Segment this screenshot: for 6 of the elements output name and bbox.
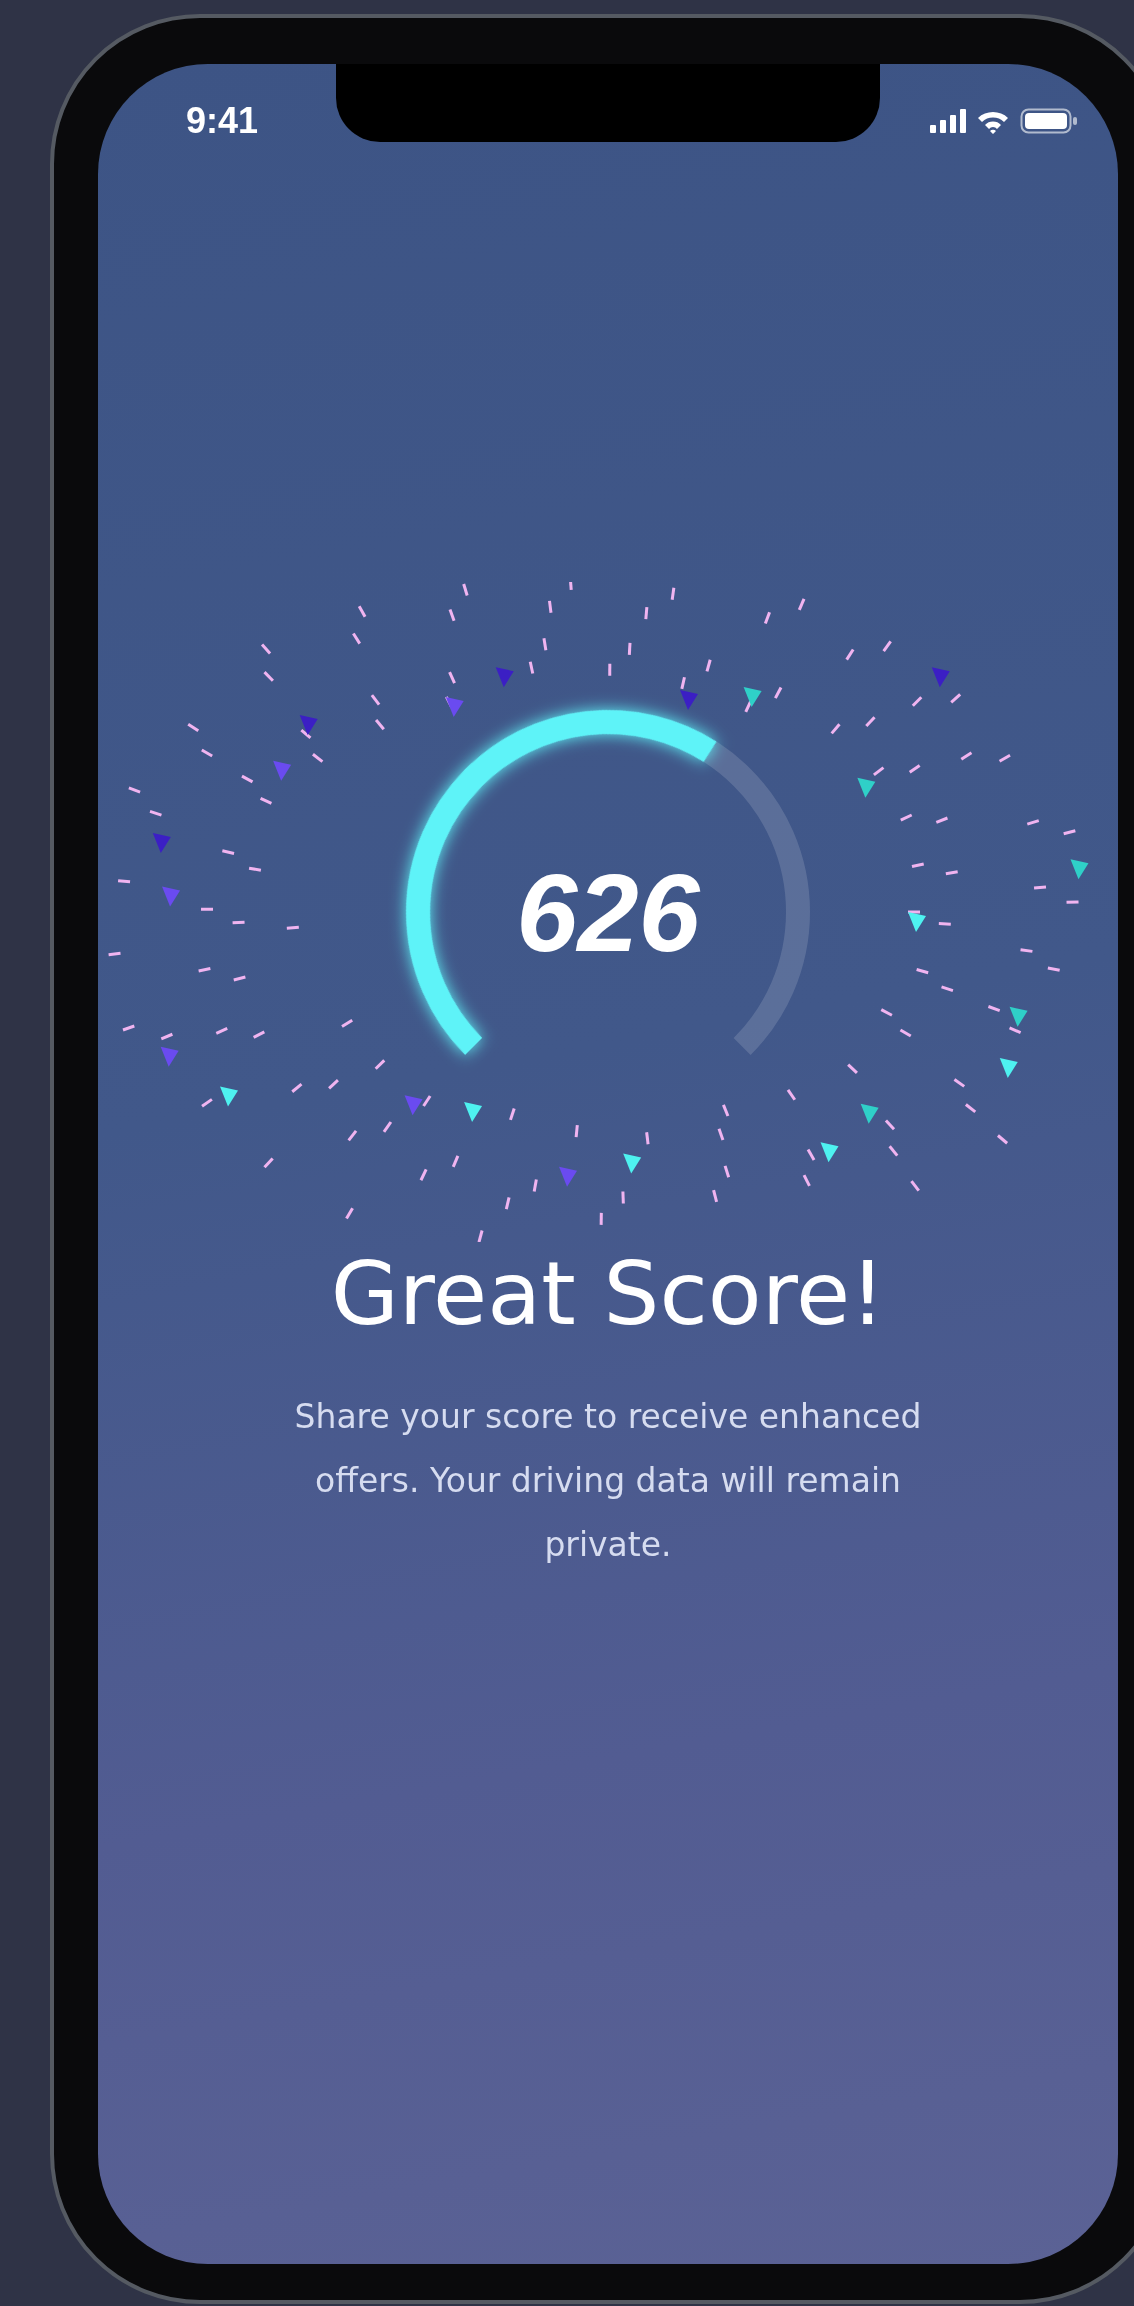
score-title: Great Score! — [330, 1242, 886, 1345]
status-time: 9:41 — [186, 100, 259, 142]
score-value: 626 — [516, 849, 700, 976]
signal-icon — [930, 109, 966, 133]
battery-icon — [1020, 108, 1078, 134]
score-message: Share your score to receive enhanced offers. Your driving data will remain private. — [293, 1396, 923, 1566]
